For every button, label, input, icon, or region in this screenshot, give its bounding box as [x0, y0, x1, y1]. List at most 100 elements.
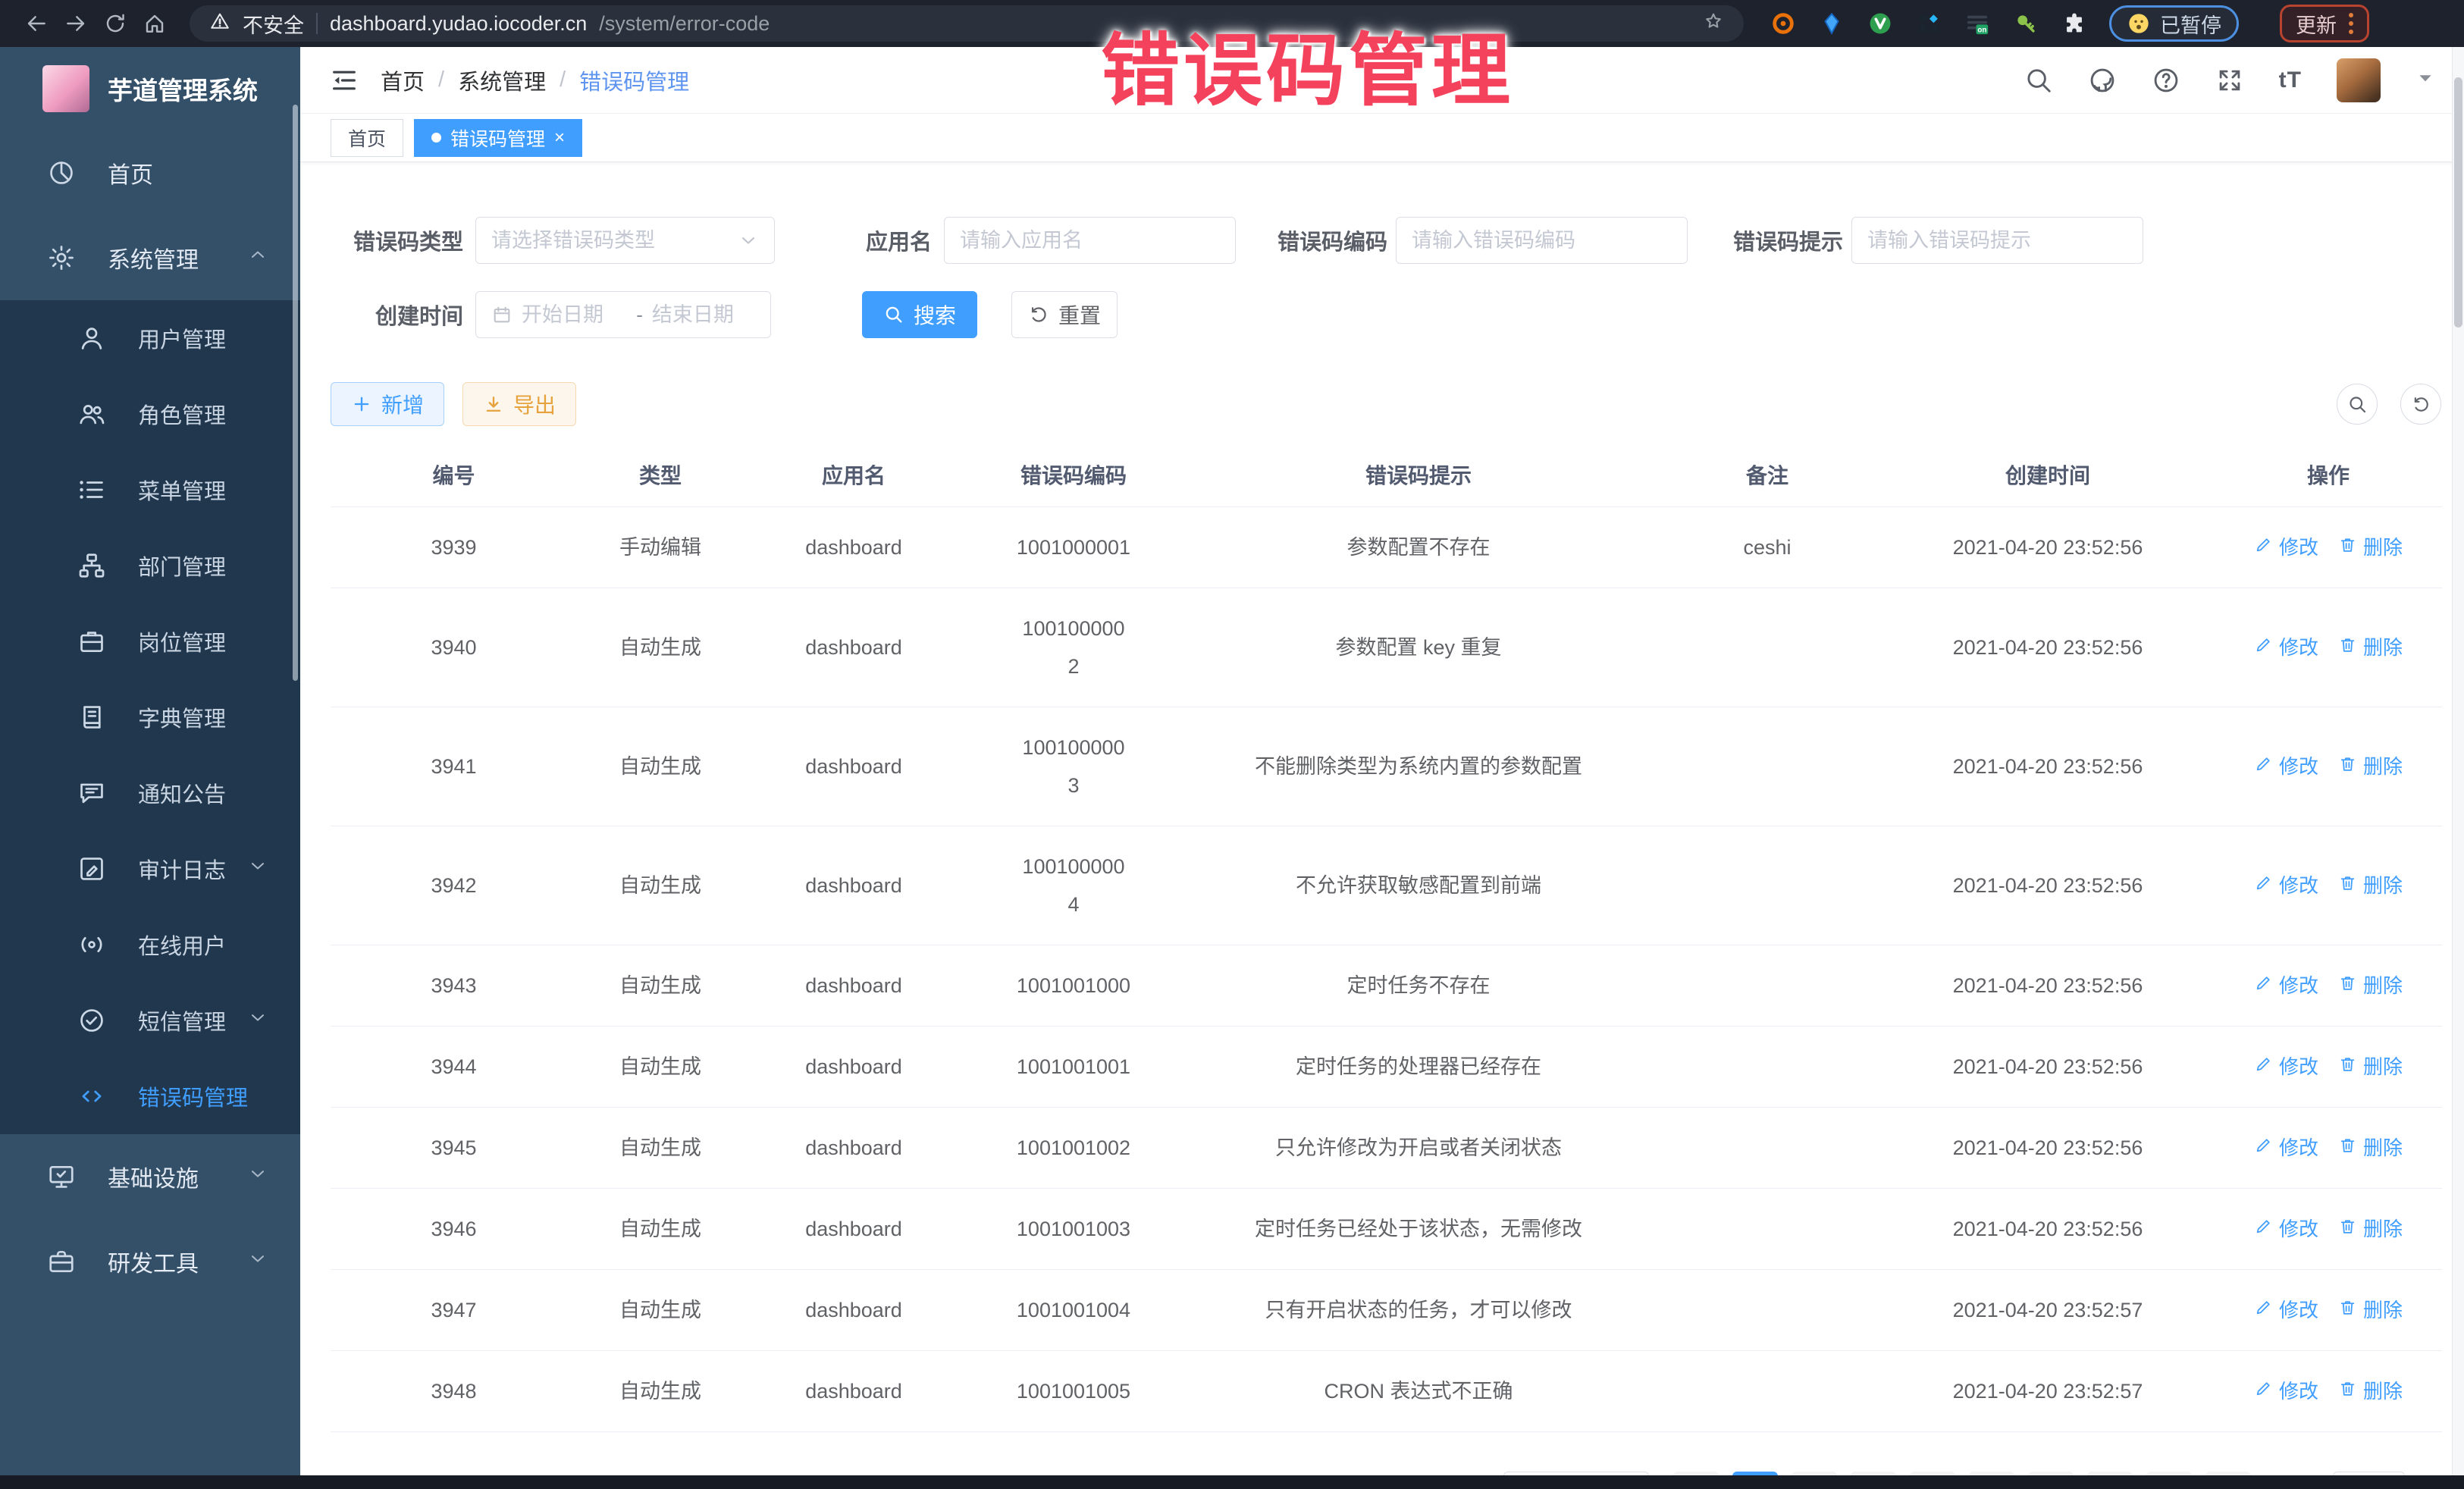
sidebar-item-post-management[interactable]: 岗位管理	[0, 603, 300, 679]
close-tab-icon[interactable]	[554, 129, 565, 147]
app-logo[interactable]: 芋道管理系统	[0, 47, 300, 130]
edit-row-button[interactable]: 修改	[2254, 632, 2318, 663]
end-date-input[interactable]	[652, 303, 757, 327]
sidebar-item-sms-management[interactable]: 短信管理	[0, 983, 300, 1058]
sidebar-item-dev-tools[interactable]: 研发工具	[0, 1219, 300, 1304]
delete-row-button[interactable]: 删除	[2338, 632, 2403, 663]
edit-row-button[interactable]: 修改	[2254, 532, 2318, 563]
sidebar-item-menu-management[interactable]: 菜单管理	[0, 452, 300, 528]
add-button[interactable]: 新增	[331, 382, 444, 426]
table-row[interactable]: 3944自动生成dashboard1001001001定时任务的处理器已经存在2…	[331, 1026, 2442, 1107]
delete-row-button[interactable]: 删除	[2338, 970, 2403, 1001]
bookmark-star-icon[interactable]	[1703, 11, 1724, 37]
extension-puzzle-icon[interactable]	[2061, 10, 2088, 37]
user-avatar[interactable]	[2337, 58, 2381, 102]
start-date-field[interactable]	[522, 303, 627, 327]
delete-row-button[interactable]: 删除	[2338, 870, 2403, 901]
breadcrumb-system[interactable]: 系统管理	[458, 64, 546, 96]
table-row[interactable]: 3945自动生成dashboard1001001002只允许修改为开启或者关闭状…	[331, 1107, 2442, 1188]
sidebar-item-user-management[interactable]: 用户管理	[0, 300, 300, 376]
avatar-dropdown-caret-icon[interactable]	[2415, 68, 2435, 92]
browser-forward-icon[interactable]	[56, 4, 96, 43]
error-hint-input-box[interactable]	[1851, 217, 2143, 264]
cell-app-name: dashboard	[744, 826, 964, 945]
extension-on-badge-icon[interactable]: on	[1964, 10, 1991, 37]
sidebar-item-dict-management[interactable]: 字典管理	[0, 679, 300, 755]
extension-grid-icon[interactable]	[1915, 10, 1942, 37]
page-scrollbar[interactable]	[2452, 47, 2464, 1475]
edit-row-button[interactable]: 修改	[2254, 1376, 2318, 1406]
date-range-picker[interactable]: -	[475, 291, 771, 338]
delete-row-button[interactable]: 删除	[2338, 751, 2403, 782]
search-button[interactable]: 搜索	[862, 291, 977, 338]
edit-row-button[interactable]: 修改	[2254, 870, 2318, 901]
table-row[interactable]: 3941自动生成dashboard1001000003不能删除类型为系统内置的参…	[331, 707, 2442, 826]
table-row[interactable]: 3946自动生成dashboard1001001003定时任务已经处于该状态，无…	[331, 1188, 2442, 1269]
delete-row-button[interactable]: 删除	[2338, 1295, 2403, 1325]
chevron-up-icon	[247, 244, 268, 271]
app-name-input[interactable]	[960, 229, 1220, 252]
delete-row-button[interactable]: 删除	[2338, 1376, 2403, 1406]
error-type-select[interactable]	[475, 217, 775, 264]
extension-v-icon[interactable]	[1867, 10, 1894, 37]
browser-home-icon[interactable]	[135, 4, 174, 43]
sidebar-item-infrastructure[interactable]: 基础设施	[0, 1134, 300, 1219]
refresh-table-icon[interactable]	[2400, 384, 2441, 425]
help-icon[interactable]	[2152, 66, 2180, 95]
browser-update-button[interactable]: 更新	[2280, 5, 2369, 42]
header-search-icon[interactable]	[2024, 66, 2053, 95]
browser-back-icon[interactable]	[17, 4, 56, 43]
github-icon[interactable]	[2088, 66, 2117, 95]
page-scrollbar-thumb[interactable]	[2454, 77, 2462, 328]
browser-menu-icon[interactable]	[2349, 13, 2353, 34]
table-row[interactable]: 3939手动编辑dashboard1001000001参数配置不存在ceshi2…	[331, 506, 2442, 588]
delete-row-button[interactable]: 删除	[2338, 1133, 2403, 1163]
error-code-input[interactable]	[1412, 229, 1672, 252]
tab-home[interactable]: 首页	[331, 119, 403, 157]
toggle-search-icon[interactable]	[2337, 384, 2378, 425]
fullscreen-icon[interactable]	[2215, 66, 2244, 95]
edit-row-button[interactable]: 修改	[2254, 751, 2318, 782]
error-code-input-box[interactable]	[1396, 217, 1688, 264]
sidebar-item-role-management[interactable]: 角色管理	[0, 376, 300, 452]
error-type-select-input[interactable]	[491, 229, 729, 252]
reset-button[interactable]: 重置	[1011, 291, 1118, 338]
edit-row-button[interactable]: 修改	[2254, 970, 2318, 1001]
export-button[interactable]: 导出	[462, 382, 576, 426]
edit-row-button[interactable]: 修改	[2254, 1052, 2318, 1082]
end-date-field[interactable]	[652, 303, 757, 327]
sidebar-scrollbar[interactable]	[293, 105, 298, 681]
table-row[interactable]: 3942自动生成dashboard1001000004不允许获取敏感配置到前端2…	[331, 826, 2442, 945]
table-row[interactable]: 3943自动生成dashboard1001001000定时任务不存在2021-0…	[331, 945, 2442, 1026]
app-name-input-box[interactable]	[944, 217, 1236, 264]
delete-row-button[interactable]: 删除	[2338, 532, 2403, 563]
browser-reload-icon[interactable]	[96, 4, 135, 43]
profile-paused-badge[interactable]: 已暂停	[2109, 5, 2239, 42]
sidebar-item-online-users[interactable]: 在线用户	[0, 907, 300, 983]
sidebar-item-dept-management[interactable]: 部门管理	[0, 528, 300, 603]
table-row[interactable]: 3940自动生成dashboard1001000002参数配置 key 重复20…	[331, 588, 2442, 707]
collapse-sidebar-icon[interactable]	[329, 65, 359, 96]
delete-row-button[interactable]: 删除	[2338, 1052, 2403, 1082]
extension-target-icon[interactable]	[1770, 10, 1797, 37]
start-date-input[interactable]	[522, 303, 627, 327]
sidebar-item-audit-log[interactable]: 审计日志	[0, 831, 300, 907]
extension-drop-icon[interactable]	[1818, 10, 1845, 37]
sidebar-item-error-code-management[interactable]: 错误码管理	[0, 1058, 300, 1134]
sidebar-item-home[interactable]: 首页	[0, 130, 300, 215]
tab-error-code[interactable]: 错误码管理	[414, 119, 582, 157]
sidebar-item-system-management[interactable]: 系统管理	[0, 215, 300, 300]
delete-row-button[interactable]: 删除	[2338, 1214, 2403, 1244]
edit-row-button[interactable]: 修改	[2254, 1295, 2318, 1325]
error-hint-input[interactable]	[1867, 229, 2127, 252]
sidebar-item-label: 岗位管理	[138, 625, 226, 657]
sidebar-item-notice-announcement[interactable]: 通知公告	[0, 755, 300, 831]
breadcrumb-home[interactable]: 首页	[381, 64, 425, 96]
font-size-icon[interactable]: tT	[2279, 67, 2302, 93]
table-row[interactable]: 3947自动生成dashboard1001001004只有开启状态的任务，才可以…	[331, 1269, 2442, 1350]
extension-key-icon[interactable]	[2012, 10, 2039, 37]
edit-row-button[interactable]: 修改	[2254, 1133, 2318, 1163]
table-row[interactable]: 3948自动生成dashboard1001001005CRON 表达式不正确20…	[331, 1350, 2442, 1431]
chevron-down-icon	[247, 1163, 268, 1190]
edit-row-button[interactable]: 修改	[2254, 1214, 2318, 1244]
